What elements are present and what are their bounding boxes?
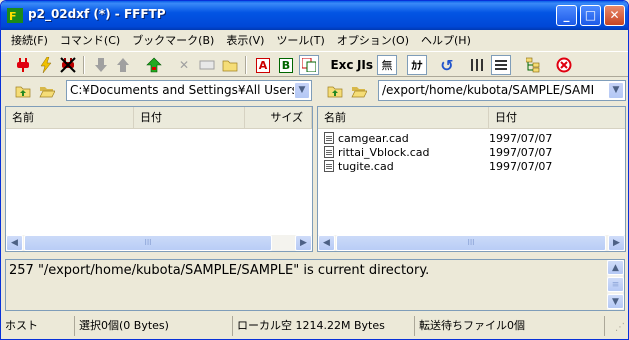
local-path-bar: C:¥Documents and Settings¥All Users¥ ▼ [1,80,314,102]
close-button[interactable]: ✕ [604,5,625,26]
ascii-mode-icon[interactable]: A [253,55,273,75]
remote-up-folder-icon[interactable] [325,81,345,101]
no-conversion-button[interactable]: 無 [377,55,397,75]
file-date: 1997/07/07 [489,145,553,159]
menu-bar: 接続(F) コマンド(C) ブックマーク(B) 表示(V) ツール(T) オプシ… [1,30,628,49]
local-open-folder-icon[interactable] [37,81,57,101]
status-selection: 選択0個(0 Bytes) [75,316,233,336]
download-icon[interactable] [91,55,111,75]
local-column-header: 名前 日付 サイズ [6,107,312,129]
status-local-free: ローカル空 1214.22M Bytes [233,316,415,336]
file-icon [324,160,334,172]
local-col-date[interactable]: 日付 [134,107,245,128]
stop-icon[interactable] [554,55,574,75]
log-vertical-scrollbar[interactable]: ▲ ≡ ▼ [607,260,624,310]
maximize-button[interactable]: □ [580,5,601,26]
toolbar: ✕ A B Exc JIs 無 ｶﾅ ↺ [1,51,628,77]
scroll-down-icon[interactable]: ▼ [607,294,624,309]
scroll-thumb[interactable]: ≡ [607,277,624,292]
euc-kanji-button[interactable]: Exc [330,55,353,75]
disconnect-icon[interactable] [58,55,78,75]
mirror-upload-icon[interactable] [144,55,164,75]
local-col-size[interactable]: サイズ [245,107,312,128]
local-col-name[interactable]: 名前 [6,107,134,128]
quick-connect-icon[interactable] [36,55,56,75]
status-host: ホスト [1,316,75,336]
file-name: camgear.cad [338,131,409,145]
local-horizontal-scrollbar[interactable]: ◀ III ▶ [6,235,312,251]
rename-icon[interactable] [197,55,217,75]
file-date: 1997/07/07 [489,131,553,145]
menu-help[interactable]: ヘルプ(H) [415,32,477,48]
scroll-left-icon[interactable]: ◀ [318,235,335,251]
details-view-icon[interactable] [491,55,511,75]
file-name: rittai_Vblock.cad [338,145,430,159]
file-row[interactable]: rittai_Vblock.cad 1997/07/07 [318,145,552,159]
status-queue: 転送待ちファイル0個 [415,316,605,336]
file-row[interactable]: camgear.cad 1997/07/07 [318,131,552,145]
menu-connect[interactable]: 接続(F) [5,32,54,48]
remote-path-value: /export/home/kubota/SAMPLE/SAMI [382,83,595,97]
jis-kanji-button[interactable]: JIs [354,55,376,75]
menu-tools[interactable]: ツール(T) [270,32,330,48]
local-up-folder-icon[interactable] [13,81,33,101]
chevron-down-icon[interactable]: ▼ [608,82,624,99]
folder-tree-icon[interactable] [523,55,543,75]
delete-icon[interactable]: ✕ [174,55,194,75]
remote-column-header: 名前 日付 [318,107,625,129]
window-title: p2_02dxf (*) - FFFTP [28,7,166,21]
log-message: 257 "/export/home/kubota/SAMPLE/SAMPLE" … [9,263,430,278]
scroll-left-icon[interactable]: ◀ [6,235,23,251]
toolbar-separator [245,56,247,74]
remote-open-folder-icon[interactable] [349,81,369,101]
menu-bookmark[interactable]: ブックマーク(B) [126,32,220,48]
remote-col-date[interactable]: 日付 [489,107,625,128]
resize-grip-icon[interactable]: ⋰ [605,316,625,336]
scroll-thumb[interactable]: III [336,235,606,251]
scroll-thumb[interactable]: III [24,235,272,251]
ffftp-app-icon: F [7,8,23,23]
upload-icon[interactable] [113,55,133,75]
connect-icon[interactable] [13,55,33,75]
menu-options[interactable]: オプション(O) [331,32,415,48]
scroll-right-icon[interactable]: ▶ [608,235,625,251]
log-panel[interactable]: 257 "/export/home/kubota/SAMPLE/SAMPLE" … [5,259,625,311]
scroll-right-icon[interactable]: ▶ [295,235,312,251]
menu-view[interactable]: 表示(V) [220,32,270,48]
file-icon [324,146,334,158]
binary-mode-icon[interactable]: B [276,55,296,75]
menu-command[interactable]: コマンド(C) [54,32,126,48]
local-path-value: C:¥Documents and Settings¥All Users¥ [70,83,306,97]
file-icon [324,132,334,144]
local-file-list[interactable]: 名前 日付 サイズ ◀ III ▶ [5,106,313,252]
ffftp-window: F p2_02dxf (*) - FFFTP _ □ ✕ 接続(F) コマンド(… [0,0,629,340]
file-name: tugite.cad [338,159,394,173]
remote-horizontal-scrollbar[interactable]: ◀ III ▶ [318,235,625,251]
remote-path-combobox[interactable]: /export/home/kubota/SAMPLE/SAMI ▼ [378,80,626,101]
list-view-icon[interactable] [467,55,487,75]
refresh-icon[interactable]: ↺ [437,55,457,75]
file-date: 1997/07/07 [489,159,553,173]
new-folder-icon[interactable] [220,55,240,75]
remote-col-name[interactable]: 名前 [318,107,489,128]
local-path-combobox[interactable]: C:¥Documents and Settings¥All Users¥ ▼ [66,80,312,101]
title-bar[interactable]: F p2_02dxf (*) - FFFTP _ □ ✕ [1,1,628,30]
kana-conversion-button[interactable]: ｶﾅ [407,55,427,75]
scroll-up-icon[interactable]: ▲ [607,260,624,275]
svg-text:F: F [9,10,17,23]
file-row[interactable]: tugite.cad 1997/07/07 [318,159,552,173]
remote-path-bar: /export/home/kubota/SAMPLE/SAMI ▼ [317,80,628,102]
auto-mode-icon[interactable] [299,55,319,75]
chevron-down-icon[interactable]: ▼ [294,82,310,99]
remote-file-list[interactable]: 名前 日付 camgear.cad 1997/07/07 rittai_Vblo… [317,106,626,252]
toolbar-separator [83,56,85,74]
status-bar: ホスト 選択0個(0 Bytes) ローカル空 1214.22M Bytes 転… [1,316,628,338]
minimize-button[interactable]: _ [556,5,577,26]
